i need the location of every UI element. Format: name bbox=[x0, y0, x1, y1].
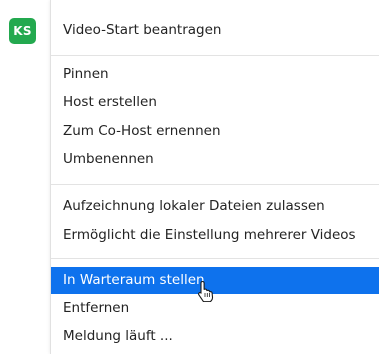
avatar[interactable]: KS bbox=[9, 18, 36, 44]
menu-item-allow-local-recording[interactable]: Aufzeichnung lokaler Dateien zulassen bbox=[51, 193, 379, 220]
participant-context-stage: KS Video-Start beantragen Pinnen Host er… bbox=[0, 0, 379, 354]
menu-item-make-host[interactable]: Host erstellen bbox=[51, 89, 379, 116]
menu-separator bbox=[51, 184, 379, 185]
menu-separator bbox=[51, 258, 379, 259]
menu-item-allow-multi-pin[interactable]: Ermöglicht die Einstellung mehrerer Vide… bbox=[51, 222, 379, 249]
menu-item-pin[interactable]: Pinnen bbox=[51, 61, 379, 88]
hand-pointer-icon bbox=[198, 280, 214, 302]
menu-item-make-cohost[interactable]: Zum Co-Host ernennen bbox=[51, 118, 379, 145]
menu-item-request-video-start[interactable]: Video-Start beantragen bbox=[51, 17, 379, 44]
menu-item-report[interactable]: Meldung läuft ... bbox=[51, 323, 379, 350]
menu-item-rename[interactable]: Umbenennen bbox=[51, 146, 379, 173]
menu-separator bbox=[51, 55, 379, 56]
